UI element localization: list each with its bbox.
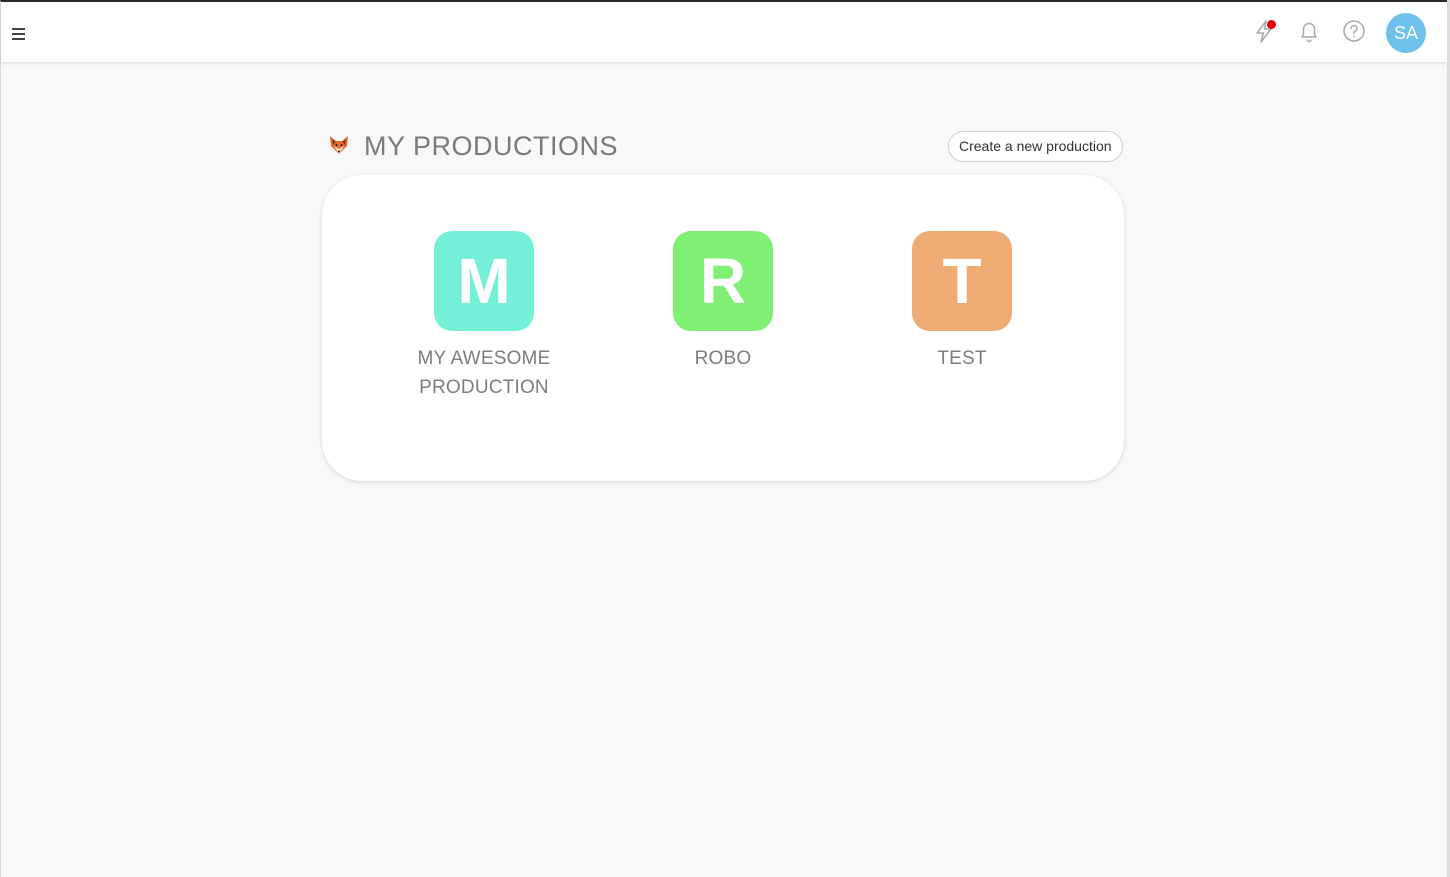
production-name[interactable]: ROBO xyxy=(643,344,803,373)
production-name[interactable]: TEST xyxy=(882,344,1042,373)
app-window: SA MY PRODUCTIONS Create a new productio… xyxy=(0,0,1447,877)
production-card[interactable]: M MY AWESOME PRODUCTION xyxy=(404,231,564,402)
production-card[interactable]: T TEST xyxy=(882,231,1042,373)
notification-dot xyxy=(1267,20,1276,29)
fox-icon xyxy=(328,134,350,156)
bell-icon[interactable] xyxy=(1296,18,1322,44)
user-avatar[interactable]: SA xyxy=(1386,13,1426,53)
page-title: MY PRODUCTIONS xyxy=(364,131,619,161)
lightning-icon[interactable] xyxy=(1251,18,1277,44)
productions-panel: M MY AWESOME PRODUCTION R ROBO T TEST xyxy=(322,175,1124,481)
production-avatar[interactable]: R xyxy=(673,231,773,331)
create-production-button[interactable]: Create a new production xyxy=(948,131,1123,162)
production-avatar[interactable]: M xyxy=(434,231,534,331)
production-card[interactable]: R ROBO xyxy=(643,231,803,373)
production-name[interactable]: MY AWESOME PRODUCTION xyxy=(404,344,564,402)
menu-icon[interactable] xyxy=(12,27,26,41)
top-bar: SA xyxy=(1,2,1447,62)
production-avatar[interactable]: T xyxy=(912,231,1012,331)
help-icon[interactable] xyxy=(1341,18,1367,44)
productions-header: MY PRODUCTIONS Create a new production xyxy=(324,127,1124,167)
